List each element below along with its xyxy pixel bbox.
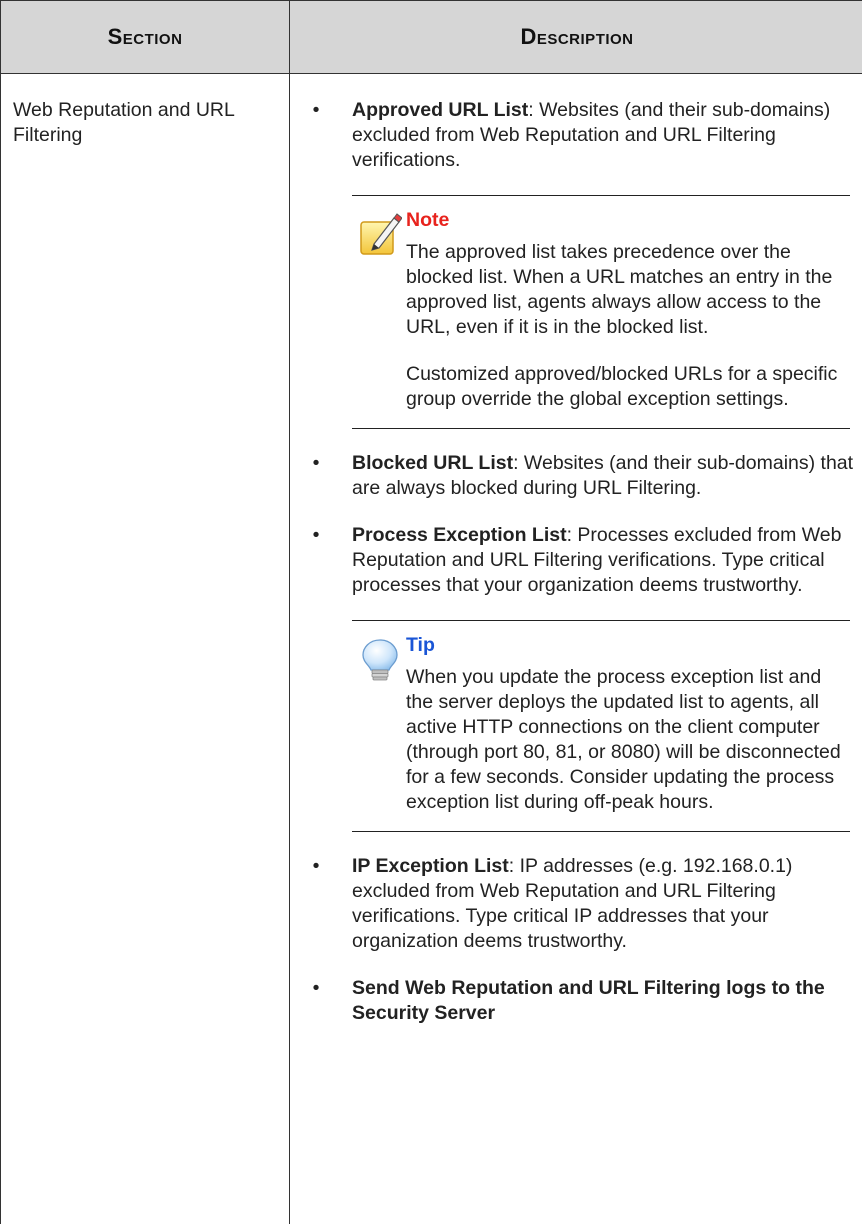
- section-column-header: Section: [1, 1, 290, 74]
- table-header-row: Section Description: [1, 1, 862, 74]
- list-item-approved-url: • Approved URL List: Websites (and their…: [290, 98, 862, 173]
- item-term: Process Exception List: [352, 524, 567, 546]
- item-term: Blocked URL List: [352, 452, 513, 474]
- list-item-process-exception: • Process Exception List: Processes excl…: [290, 523, 862, 598]
- bullet-icon: •: [310, 98, 322, 123]
- tip-paragraph: When you update the process exception li…: [406, 665, 846, 815]
- description-cell: • Approved URL List: Websites (and their…: [290, 74, 862, 1224]
- tip-title: Tip: [352, 633, 850, 657]
- item-term: Approved URL List: [352, 99, 528, 121]
- document-page: Section Description Web Reputation and U…: [0, 0, 862, 1222]
- note-paragraph: The approved list takes precedence over …: [406, 240, 846, 340]
- note-callout: Note The approved list takes precedence …: [352, 195, 850, 429]
- section-cell: Web Reputation and URL Filtering: [1, 74, 290, 1224]
- note-title: Note: [352, 208, 850, 232]
- lightbulb-icon: [358, 637, 402, 683]
- list-item-blocked-url: • Blocked URL List: Websites (and their …: [290, 451, 862, 501]
- tip-callout: Tip When you update the process exceptio…: [352, 620, 850, 832]
- item-term: IP Exception List: [352, 855, 509, 877]
- table-row: Web Reputation and URL Filtering • Appro…: [1, 74, 862, 1224]
- note-body: The approved list takes precedence over …: [352, 240, 850, 412]
- list-item-ip-exception: • IP Exception List: IP addresses (e.g. …: [290, 854, 862, 954]
- bullet-icon: •: [310, 854, 322, 879]
- tip-body: When you update the process exception li…: [352, 665, 850, 815]
- bullet-icon: •: [310, 451, 322, 476]
- bullet-icon: •: [310, 523, 322, 548]
- description-column-header: Description: [290, 1, 862, 74]
- settings-table: Section Description Web Reputation and U…: [0, 0, 862, 1224]
- note-pencil-icon: [358, 212, 402, 258]
- bullet-icon: •: [310, 976, 322, 1001]
- list-item-send-logs: • Send Web Reputation and URL Filtering …: [290, 976, 862, 1026]
- item-term: Send Web Reputation and URL Filtering lo…: [352, 977, 825, 1024]
- section-name: Web Reputation and URL Filtering: [1, 74, 289, 148]
- note-paragraph: Customized approved/blocked URLs for a s…: [406, 362, 846, 412]
